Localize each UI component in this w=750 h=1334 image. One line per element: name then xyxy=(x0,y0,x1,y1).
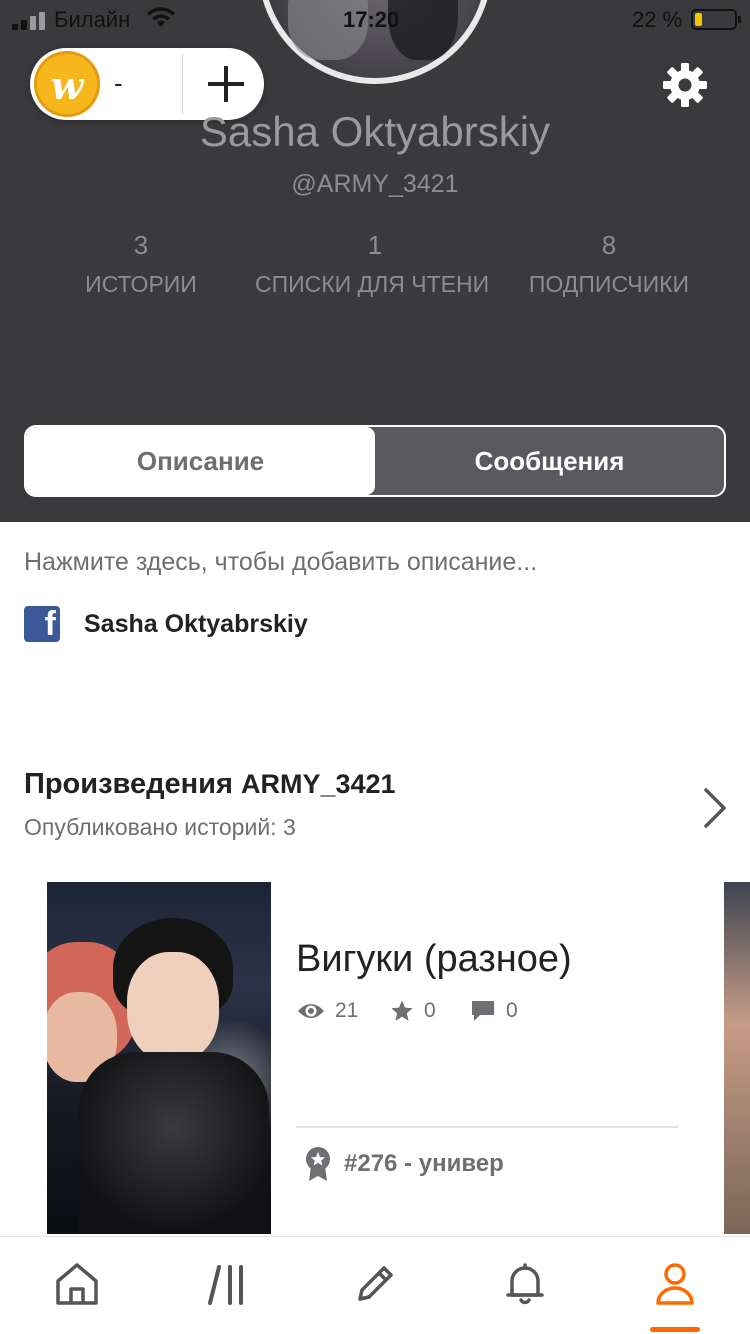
star-icon xyxy=(391,1000,413,1021)
chevron-right-icon[interactable] xyxy=(698,786,732,830)
status-bar: Билайн 17:20 22 % xyxy=(0,0,750,40)
works-count: Опубликовано историй: 3 xyxy=(24,814,296,840)
eye-icon xyxy=(298,1004,324,1018)
works-title-user: ARMY_3421 xyxy=(240,769,396,799)
stat-value: 8 xyxy=(601,230,617,260)
battery-percent: 22 % xyxy=(632,7,683,32)
carrier-name: Билайн xyxy=(54,7,131,32)
bottom-nav xyxy=(0,1236,750,1334)
profile-tabs: Описание Сообщения xyxy=(24,425,726,497)
facebook-name[interactable]: Sasha Oktyabrskiy xyxy=(84,610,308,639)
home-icon[interactable] xyxy=(52,1259,102,1309)
clock: 17:20 xyxy=(343,7,400,32)
comments-stat: 0 xyxy=(470,994,518,1028)
stat-reading-lists[interactable]: 1 СПИСКИ ДЛЯ ЧТЕНИЯ xyxy=(255,230,495,298)
reads-stat: 21 xyxy=(297,994,358,1028)
write-icon[interactable] xyxy=(350,1259,400,1309)
active-tab-indicator xyxy=(650,1327,700,1332)
comment-icon xyxy=(472,1001,494,1021)
stat-label: СПИСКИ ДЛЯ ЧТЕНИЯ xyxy=(255,271,489,297)
facebook-icon: f xyxy=(24,605,60,643)
story-cover[interactable] xyxy=(47,882,271,1234)
gear-icon[interactable] xyxy=(662,62,708,108)
profile-name: Sasha Oktyabrskiy xyxy=(199,108,551,155)
comments-count: 0 xyxy=(506,999,518,1022)
tab-about[interactable]: Описание xyxy=(26,427,375,495)
next-story-cover[interactable] xyxy=(724,882,750,1234)
rank-label: #276 - универ xyxy=(344,1150,504,1177)
reads-count: 21 xyxy=(335,999,359,1022)
profile-handle: @ARMY_3421 xyxy=(291,170,459,198)
stat-value: 1 xyxy=(367,230,383,260)
works-title-prefix: Произведения xyxy=(24,768,233,800)
profile-header: Билайн 17:20 22 % w - Sasha Oktyabrskiy xyxy=(0,0,750,522)
library-icon[interactable] xyxy=(202,1259,252,1309)
stat-stories[interactable]: 3 ИСТОРИИ xyxy=(21,230,261,298)
divider xyxy=(296,1126,678,1128)
stat-value: 3 xyxy=(133,230,149,260)
add-description-prompt[interactable]: Нажмите здесь, чтобы добавить описание..… xyxy=(24,548,537,577)
stat-label: ИСТОРИИ xyxy=(85,271,197,297)
add-coins-button[interactable] xyxy=(200,58,252,110)
story-title[interactable]: Вигуки (разное) xyxy=(296,938,572,981)
tab-messages[interactable]: Сообщения xyxy=(375,427,724,495)
profile-icon[interactable] xyxy=(650,1259,700,1309)
stat-followers[interactable]: 8 ПОДПИСЧИКИ xyxy=(489,230,729,298)
wifi-icon xyxy=(147,7,175,27)
votes-stat: 0 xyxy=(390,994,436,1028)
battery-icon xyxy=(691,9,741,30)
votes-count: 0 xyxy=(424,999,436,1022)
story-rank[interactable]: #276 - универ xyxy=(304,1146,504,1182)
works-title[interactable]: Произведения ARMY_3421 xyxy=(24,768,396,801)
notifications-icon[interactable] xyxy=(500,1259,550,1309)
ribbon-badge-icon xyxy=(306,1147,330,1181)
coin-balance: - xyxy=(114,68,123,98)
stat-label: ПОДПИСЧИКИ xyxy=(528,271,690,297)
